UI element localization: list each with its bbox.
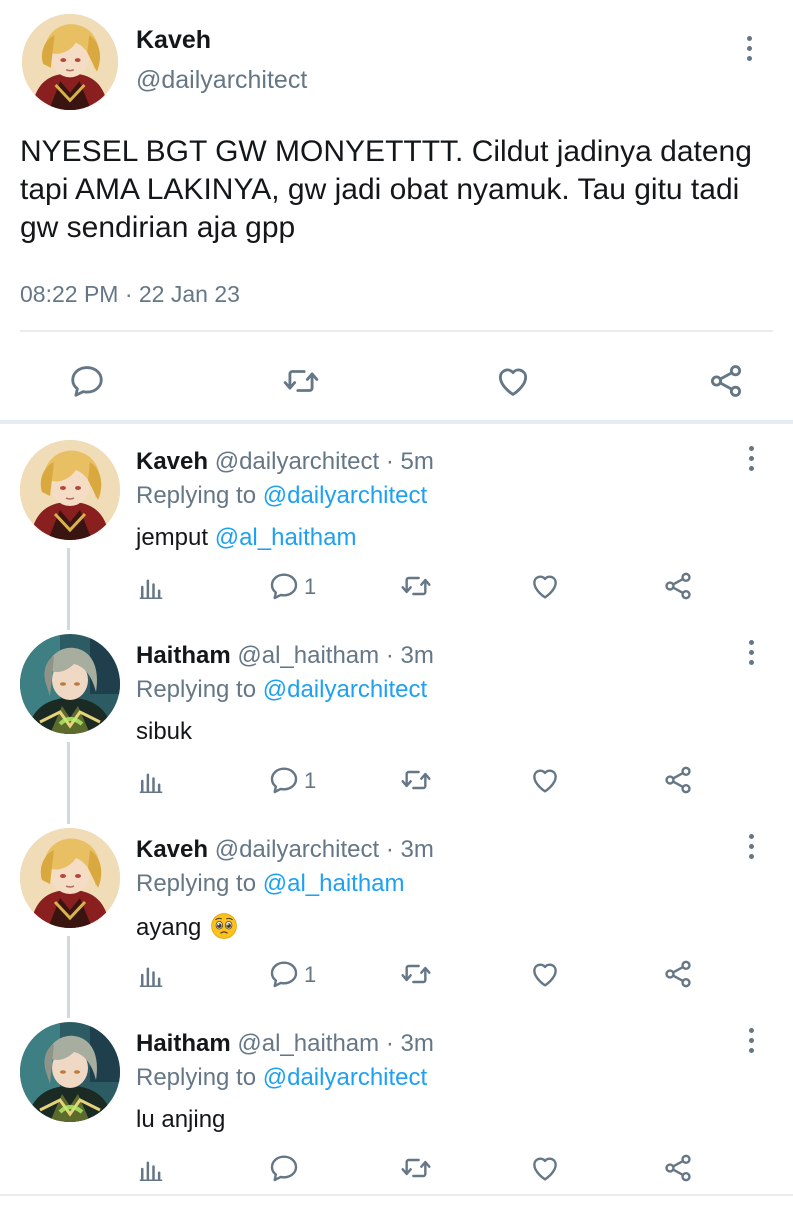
replying-to-link[interactable]: @dailyarchitect — [263, 1064, 427, 1091]
reply-header: Haitham @al_haitham · 3m — [136, 642, 434, 670]
reply-icon[interactable] — [68, 362, 106, 400]
analytics-icon[interactable] — [136, 960, 166, 990]
retweet-icon[interactable] — [398, 570, 434, 602]
share-icon[interactable] — [661, 764, 695, 796]
retweet-icon[interactable] — [398, 958, 434, 990]
share-icon[interactable] — [661, 1152, 695, 1184]
reply-icon[interactable] — [268, 764, 300, 796]
kaveh-avatar-image — [22, 14, 118, 110]
avatar[interactable] — [20, 634, 120, 734]
author-name[interactable]: Haitham — [136, 642, 231, 669]
like-icon[interactable] — [529, 958, 561, 990]
author-name[interactable]: Kaveh — [136, 448, 208, 475]
tweet-text: NYESEL BGT GW MONYETTTT. Cildut jadinya … — [20, 135, 752, 244]
reply-actions: 1 — [0, 754, 793, 804]
analytics-icon[interactable] — [136, 572, 166, 602]
replying-to-label: Replying to — [136, 870, 257, 897]
reply-header: Kaveh @dailyarchitect · 5m — [136, 448, 434, 476]
tweet-timestamp[interactable]: 08:22 PM · 22 Jan 23 — [20, 281, 240, 308]
replying-to: Replying to @dailyarchitect — [136, 482, 427, 510]
tweet-actions — [0, 344, 793, 414]
haitham-avatar-image — [20, 634, 120, 734]
divider — [20, 330, 773, 332]
reply-text: sibuk — [136, 718, 193, 745]
pleading-face-emoji-icon — [211, 913, 237, 939]
avatar[interactable] — [20, 440, 120, 540]
author-name[interactable]: Haitham — [136, 1030, 231, 1057]
share-icon[interactable] — [706, 362, 746, 400]
reply-tweet[interactable]: Kaveh @dailyarchitect · 3m Replying to @… — [0, 818, 793, 1018]
retweet-icon[interactable] — [398, 1152, 434, 1184]
like-icon[interactable] — [529, 570, 561, 602]
reply-icon[interactable] — [268, 570, 300, 602]
replying-to: Replying to @dailyarchitect — [136, 676, 427, 704]
author-name[interactable]: Kaveh — [136, 26, 211, 55]
share-icon[interactable] — [661, 570, 695, 602]
reply-actions: 1 — [0, 560, 793, 610]
like-icon[interactable] — [494, 362, 532, 400]
reply-header: Kaveh @dailyarchitect · 3m — [136, 836, 434, 864]
more-options-icon[interactable] — [749, 640, 755, 665]
reply-text: lu anjing — [136, 1106, 226, 1133]
avatar[interactable] — [20, 828, 120, 928]
reply-text: ayang — [136, 912, 238, 942]
author-handle[interactable]: @al_haitham — [237, 642, 379, 669]
kaveh-avatar-image — [20, 828, 120, 928]
reply-text-body: jemput — [136, 524, 215, 551]
reply-icon[interactable] — [268, 1152, 300, 1184]
reply-text: jemput @al_haitham — [136, 524, 356, 552]
author-handle[interactable]: @dailyarchitect — [215, 448, 379, 475]
reply-count: 1 — [304, 962, 317, 987]
replying-to-label: Replying to — [136, 1064, 257, 1091]
replying-to-label: Replying to — [136, 676, 257, 703]
more-options-icon[interactable] — [747, 36, 753, 61]
replying-to: Replying to @dailyarchitect — [136, 1064, 427, 1092]
more-options-icon[interactable] — [749, 446, 755, 471]
kaveh-avatar-image — [20, 440, 120, 540]
replying-to-label: Replying to — [136, 482, 257, 509]
reply-tweet[interactable]: Haitham @al_haitham · 3m Replying to @da… — [0, 1012, 793, 1206]
author-name[interactable]: Kaveh — [136, 836, 208, 863]
reply-icon[interactable] — [268, 958, 300, 990]
avatar[interactable] — [22, 14, 118, 110]
author-handle[interactable]: @dailyarchitect — [215, 836, 379, 863]
reply-header: Haitham @al_haitham · 3m — [136, 1030, 434, 1058]
reply-text-body: ayang — [136, 914, 209, 941]
avatar[interactable] — [20, 1022, 120, 1122]
analytics-icon[interactable] — [136, 1154, 166, 1184]
like-icon[interactable] — [529, 1152, 561, 1184]
share-icon[interactable] — [661, 958, 695, 990]
reply-tweet[interactable]: Kaveh @dailyarchitect · 5m Replying to @… — [0, 430, 793, 630]
replying-to-link[interactable]: @al_haitham — [263, 870, 405, 897]
reply-time: · 3m — [385, 836, 434, 863]
haitham-avatar-image — [20, 1022, 120, 1122]
replying-to: Replying to @al_haitham — [136, 870, 405, 898]
author-handle[interactable]: @dailyarchitect — [136, 66, 307, 95]
more-options-icon[interactable] — [749, 1028, 755, 1053]
reply-actions: 1 — [0, 948, 793, 998]
reply-count: 1 — [304, 574, 317, 599]
reply-tweet[interactable]: Haitham @al_haitham · 3m Replying to @da… — [0, 624, 793, 824]
mention-link[interactable]: @al_haitham — [215, 524, 357, 551]
more-options-icon[interactable] — [749, 834, 755, 859]
reply-actions — [0, 1142, 793, 1192]
reply-time: · 5m — [385, 448, 434, 475]
retweet-icon[interactable] — [280, 362, 322, 400]
reply-time: · 3m — [385, 1030, 434, 1057]
like-icon[interactable] — [529, 764, 561, 796]
replying-to-link[interactable]: @dailyarchitect — [263, 482, 427, 509]
reply-time: · 3m — [385, 642, 434, 669]
section-divider — [0, 420, 793, 424]
author-handle[interactable]: @al_haitham — [237, 1030, 379, 1057]
reply-count: 1 — [304, 768, 317, 793]
bottom-divider — [0, 1194, 793, 1196]
analytics-icon[interactable] — [136, 766, 166, 796]
retweet-icon[interactable] — [398, 764, 434, 796]
replying-to-link[interactable]: @dailyarchitect — [263, 676, 427, 703]
main-tweet: Kaveh @dailyarchitect NYESEL BGT GW MONY… — [0, 0, 793, 424]
